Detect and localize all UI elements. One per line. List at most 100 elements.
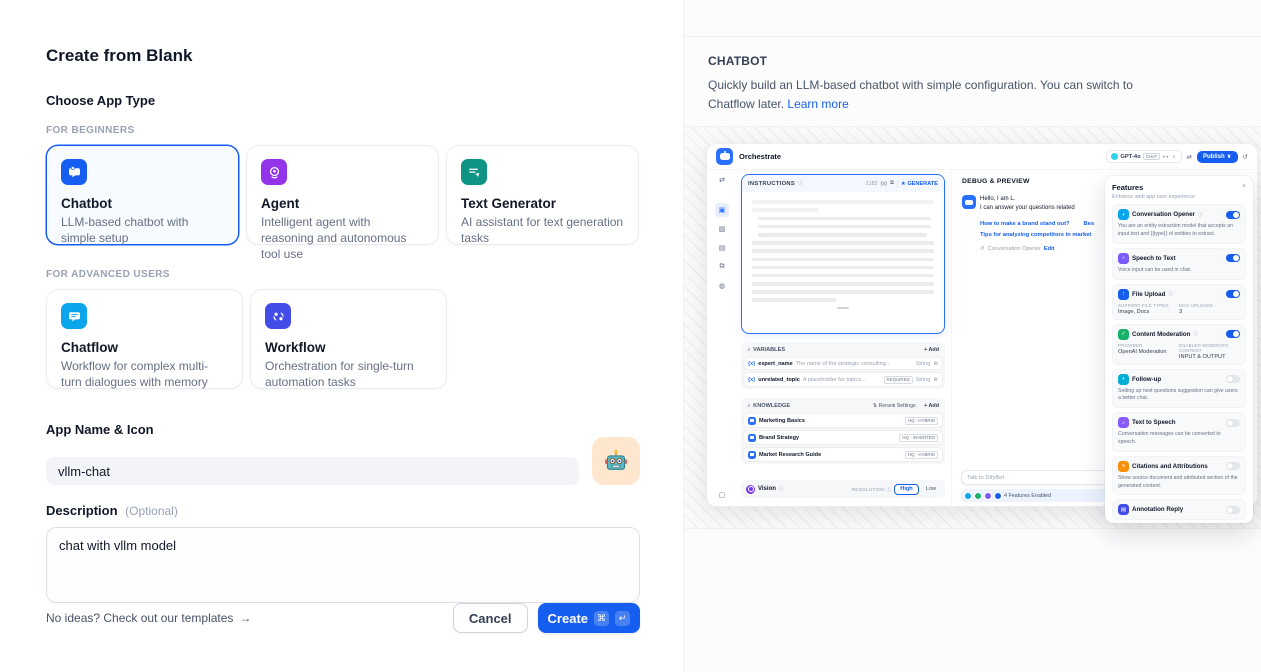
learn-more-link[interactable]: Learn more xyxy=(787,97,848,111)
app-name-input[interactable] xyxy=(46,457,579,485)
robot-emoji-icon xyxy=(602,447,630,475)
suggestion-link: Bes xyxy=(1084,221,1095,227)
templates-link[interactable]: No ideas? Check out our templates → xyxy=(46,611,251,625)
variable-row: {x} expert_name The name of the strategi… xyxy=(743,357,943,370)
modal-title: Create from Blank xyxy=(46,46,640,66)
mini-topbar: Orchestrate GPT-4o CHAT ●● ∨ ⇄ Publish∨ … xyxy=(707,144,1257,170)
card-workflow[interactable]: Workflow Orchestration for single-turn a… xyxy=(250,289,447,389)
preview-pane: CHATBOT Quickly build an LLM-based chatb… xyxy=(683,0,1261,672)
knowledge-row: Marketing Basics HQ · HYBRID xyxy=(743,413,943,428)
description-textarea[interactable]: chat with vllm model xyxy=(46,527,640,603)
variables-icon: {x} xyxy=(881,181,887,187)
cancel-button[interactable]: Cancel xyxy=(453,603,528,633)
suggestion-link: How to make a brand stand out? xyxy=(980,221,1070,227)
app-name-label: App Name & Icon xyxy=(46,422,640,437)
card-title: Agent xyxy=(261,196,424,211)
resolution-high-button: High xyxy=(894,484,918,495)
mini-debug-preview: DEBUG & PREVIEW Hello, I am L. I can ans… xyxy=(951,170,1105,506)
card-chatflow[interactable]: Chatflow Workflow for complex multi-turn… xyxy=(46,289,243,389)
history-icon: ↺ xyxy=(1243,153,1248,161)
caret-down-icon: ∨ xyxy=(747,403,751,409)
swap-model-icon: ⇄ xyxy=(1187,153,1192,161)
card-title: Workflow xyxy=(265,340,432,355)
variable-tag-icon: {x} xyxy=(748,361,755,367)
image-icon: ▨ xyxy=(715,222,729,236)
model-params-icons: ●● xyxy=(1162,154,1169,159)
info-icon: ⓘ xyxy=(1198,212,1203,218)
modal-footer: No ideas? Check out our templates → Canc… xyxy=(46,603,640,633)
card-title: Text Generator xyxy=(461,196,624,211)
create-app-modal: Create from Blank Choose App Type FOR BE… xyxy=(0,0,683,672)
mini-left-toolbar: ⇄ ▣ ▨ ▤ ⧉ ◍ ▢ xyxy=(707,170,737,506)
edit-link: Edit xyxy=(1044,246,1055,252)
feature-content-moderation: ✓ Content Moderation ⓘ PROVIDEROpenAI Mo… xyxy=(1112,324,1246,365)
card-desc: LLM-based chatbot with simple setup xyxy=(61,215,224,247)
toggle-on xyxy=(1226,211,1240,219)
mini-chat-input: Talk to DifyBot xyxy=(961,470,1111,485)
mini-instructions-panel: INSTRUCTIONS ⓘ 2182 {x} ⧉ ★GENERATE xyxy=(741,174,945,334)
toggle-on xyxy=(1226,254,1240,262)
feature-citations: ≡ Citations and Attributions Show source… xyxy=(1112,456,1246,496)
vision-icon xyxy=(746,485,755,494)
chatflow-icon xyxy=(61,303,87,329)
mini-features-panel: Features × Enhance web app user experien… xyxy=(1105,176,1253,523)
add-knowledge-button: + Add xyxy=(924,403,939,409)
workflow-icon xyxy=(265,303,291,329)
card-agent[interactable]: Agent Intelligent agent with reasoning a… xyxy=(246,145,439,245)
model-provider-icon xyxy=(1111,153,1118,160)
chevron-down-icon: ∨ xyxy=(1172,154,1176,160)
copy-icon: ⧉ xyxy=(890,180,894,187)
file-upload-icon: ↑ xyxy=(1118,289,1129,300)
feature-dot-icon xyxy=(984,492,992,500)
toggle-on xyxy=(1226,330,1240,338)
feature-file-upload: ↑ File Upload ⓘ SUPPORT FILE TYPESImage,… xyxy=(1112,284,1246,320)
card-title: Chatflow xyxy=(61,340,228,355)
card-desc: AI assistant for text generation tasks xyxy=(461,215,624,247)
feature-follow-up: ◗ Follow-up Setting up next questions su… xyxy=(1112,369,1246,409)
card-chatbot[interactable]: Chatbot LLM-based chatbot with simple se… xyxy=(46,145,239,245)
opener-icon: ↺ xyxy=(980,246,985,252)
document-icon: ▤ xyxy=(715,241,729,255)
follow-up-icon: ◗ xyxy=(1118,374,1129,385)
knowledge-doc-icon xyxy=(748,417,756,425)
required-badge: REQUIRED xyxy=(884,376,913,384)
text-to-speech-icon: ♪ xyxy=(1118,417,1129,428)
sparkle-icon: ★ xyxy=(901,181,906,187)
variable-row: {x} unrelated_topic A placeholder for to… xyxy=(743,372,943,387)
feature-dot-icon xyxy=(964,492,972,500)
mini-features-enabled-bar: 4 Features Enabled xyxy=(961,489,1111,502)
app-icon-picker[interactable] xyxy=(592,437,640,485)
info-icon: ⓘ xyxy=(798,180,803,187)
info-icon: ⓘ xyxy=(1193,331,1198,337)
knowledge-row: Brand Strategy HQ · INVERTED xyxy=(743,430,943,445)
card-title: Chatbot xyxy=(61,196,224,211)
for-advanced-users-label: FOR ADVANCED USERS xyxy=(46,269,640,280)
card-desc: Intelligent agent with reasoning and aut… xyxy=(261,215,424,262)
mini-vision-row: Vision ⓘ RESOLUTION ⓘ High Low xyxy=(741,480,945,498)
preview-heading: CHATBOT xyxy=(708,54,1237,68)
description-optional-label: (Optional) xyxy=(125,504,178,518)
variable-type-icon: ⊗ xyxy=(933,361,938,367)
speech-to-text-icon: ♪ xyxy=(1118,253,1129,264)
app-name-row xyxy=(46,437,640,485)
mini-app-avatar-icon xyxy=(716,148,733,165)
knowledge-doc-icon xyxy=(748,451,756,459)
bot-avatar-icon xyxy=(962,195,976,209)
create-button[interactable]: Create ⌘ ↵ xyxy=(538,603,640,633)
add-variable-button: + Add xyxy=(924,347,939,353)
chatbot-icon xyxy=(61,159,87,185)
resize-handle xyxy=(837,307,849,309)
retrieval-badge: HQ · INVERTED xyxy=(899,434,938,442)
preview-hatched-area: Orchestrate GPT-4o CHAT ●● ∨ ⇄ Publish∨ … xyxy=(684,126,1261,529)
citations-icon: ≡ xyxy=(1118,461,1129,472)
retrieval-badge: HQ · HYBRID xyxy=(905,417,938,425)
feature-dot-icon xyxy=(974,492,982,500)
content-moderation-icon: ✓ xyxy=(1118,329,1129,340)
toggle-off xyxy=(1226,419,1240,427)
info-icon: ⓘ xyxy=(1168,291,1173,297)
feature-text-to-speech: ♪ Text to Speech Conversation messages c… xyxy=(1112,412,1246,452)
feature-dot-icon xyxy=(994,492,1002,500)
advanced-cards-row: Chatflow Workflow for complex multi-turn… xyxy=(46,289,640,389)
preview-top-strip xyxy=(684,0,1261,37)
card-text-generator[interactable]: Text Generator AI assistant for text gen… xyxy=(446,145,639,245)
